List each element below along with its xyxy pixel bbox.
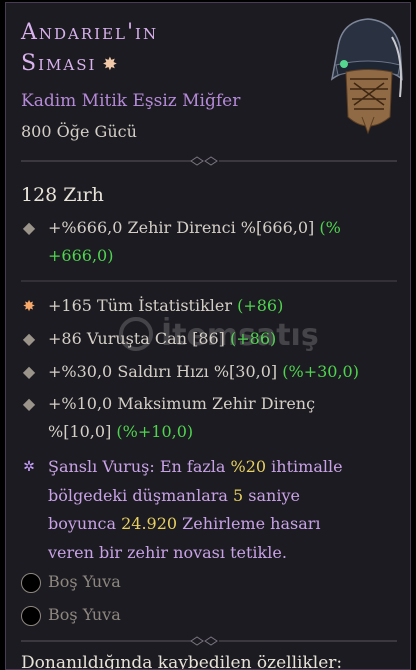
unique-power: ✲ Şanslı Vuruş: En fazla %20 ihtimalle b…	[21, 453, 371, 567]
divider	[21, 636, 397, 646]
implicit-text: +%666,0 Zehir Direnci %[666,0]	[48, 218, 320, 237]
item-name-line2: Sıması	[21, 51, 97, 76]
unique-text: Zehirleme hasarı	[177, 514, 321, 533]
greater-affix-icon: ✸	[22, 297, 36, 315]
unique-text: saniye	[243, 485, 300, 505]
socket-icon	[21, 606, 41, 626]
affix-attack-speed: ◆ +%30,0 Saldırı Hızı %[30,0] (%+30,0)	[21, 358, 371, 386]
diamond-bullet-icon: ◆	[22, 329, 36, 348]
item-name-line1: Andarıel'in	[21, 20, 159, 45]
unique-value: 24.920	[121, 514, 178, 533]
affix-text: +%10,0 Maksimum Zehir Direnç	[48, 394, 316, 413]
affix-text: %[10,0]	[48, 422, 117, 441]
diamond-bullet-icon: ◆	[22, 394, 36, 413]
implicit-bonus-a: (%	[319, 218, 341, 237]
unique-text: Şanslı Vuruş:	[48, 457, 155, 476]
affix-bonus: (%+30,0)	[282, 362, 359, 381]
affix-text: +165 Tüm İstatistikler	[48, 296, 238, 315]
affix-text: +%30,0 Saldırı Hızı %[30,0]	[48, 362, 283, 381]
affix-bonus: (%+10,0)	[116, 422, 194, 441]
socket-label: Boş Yuva	[48, 605, 121, 624]
affix-text: +86 Vuruşta Can [86]	[48, 329, 231, 348]
unique-text: veren bir zehir novası tetikle.	[48, 542, 287, 562]
empty-socket: Boş Yuva	[21, 604, 221, 628]
item-tooltip: Andarıel'in Sıması ✸ Kadim Mitik Eşsiz Mi…	[5, 2, 411, 670]
mythic-star-icon: ✸	[102, 54, 120, 75]
affix-life-on-hit: ◆ +86 Vuruşta Can [86] (+86)	[21, 325, 371, 353]
socket-label: Boş Yuva	[48, 572, 121, 591]
unique-text: bölgedeki düşmanlara	[48, 485, 234, 505]
unique-text: boyunca	[48, 514, 122, 533]
item-name: Andarıel'in Sıması ✸	[21, 17, 158, 80]
unique-value: %20	[230, 457, 267, 476]
affix-bonus: (+86)	[230, 329, 277, 348]
implicit-bonus-b: +666,0)	[48, 246, 114, 265]
unique-value: 5	[233, 485, 244, 505]
divider	[21, 280, 397, 282]
affix-all-stats: ✸ +165 Tüm İstatistikler (+86)	[21, 292, 371, 320]
empty-socket: Boş Yuva	[21, 571, 221, 595]
divider	[21, 156, 397, 166]
affix-max-poison-resist: ◆ +%10,0 Maksimum Zehir Direnç %[10,0] (%…	[21, 390, 371, 446]
socket-icon	[21, 573, 41, 593]
unique-power-icon: ✲	[23, 459, 35, 475]
unique-text: ihtimalle	[266, 457, 343, 476]
unique-text: En fazla	[154, 457, 231, 476]
implicit-stat: ◆ +%666,0 Zehir Direnci %[666,0] (% +666,…	[21, 214, 371, 270]
diamond-bullet-icon: ◆	[22, 218, 36, 237]
armor-value: 128 Zırh	[21, 184, 104, 206]
item-type: Kadim Mitik Eşsiz Miğfer	[21, 91, 241, 111]
helm-icon	[330, 18, 403, 135]
diamond-bullet-icon: ◆	[22, 362, 36, 381]
lost-stats-heading: Donanıldığında kaybedilen özellikler:	[21, 653, 343, 670]
item-power: 800 Öğe Gücü	[21, 122, 137, 141]
affix-bonus: (+86)	[237, 296, 284, 315]
